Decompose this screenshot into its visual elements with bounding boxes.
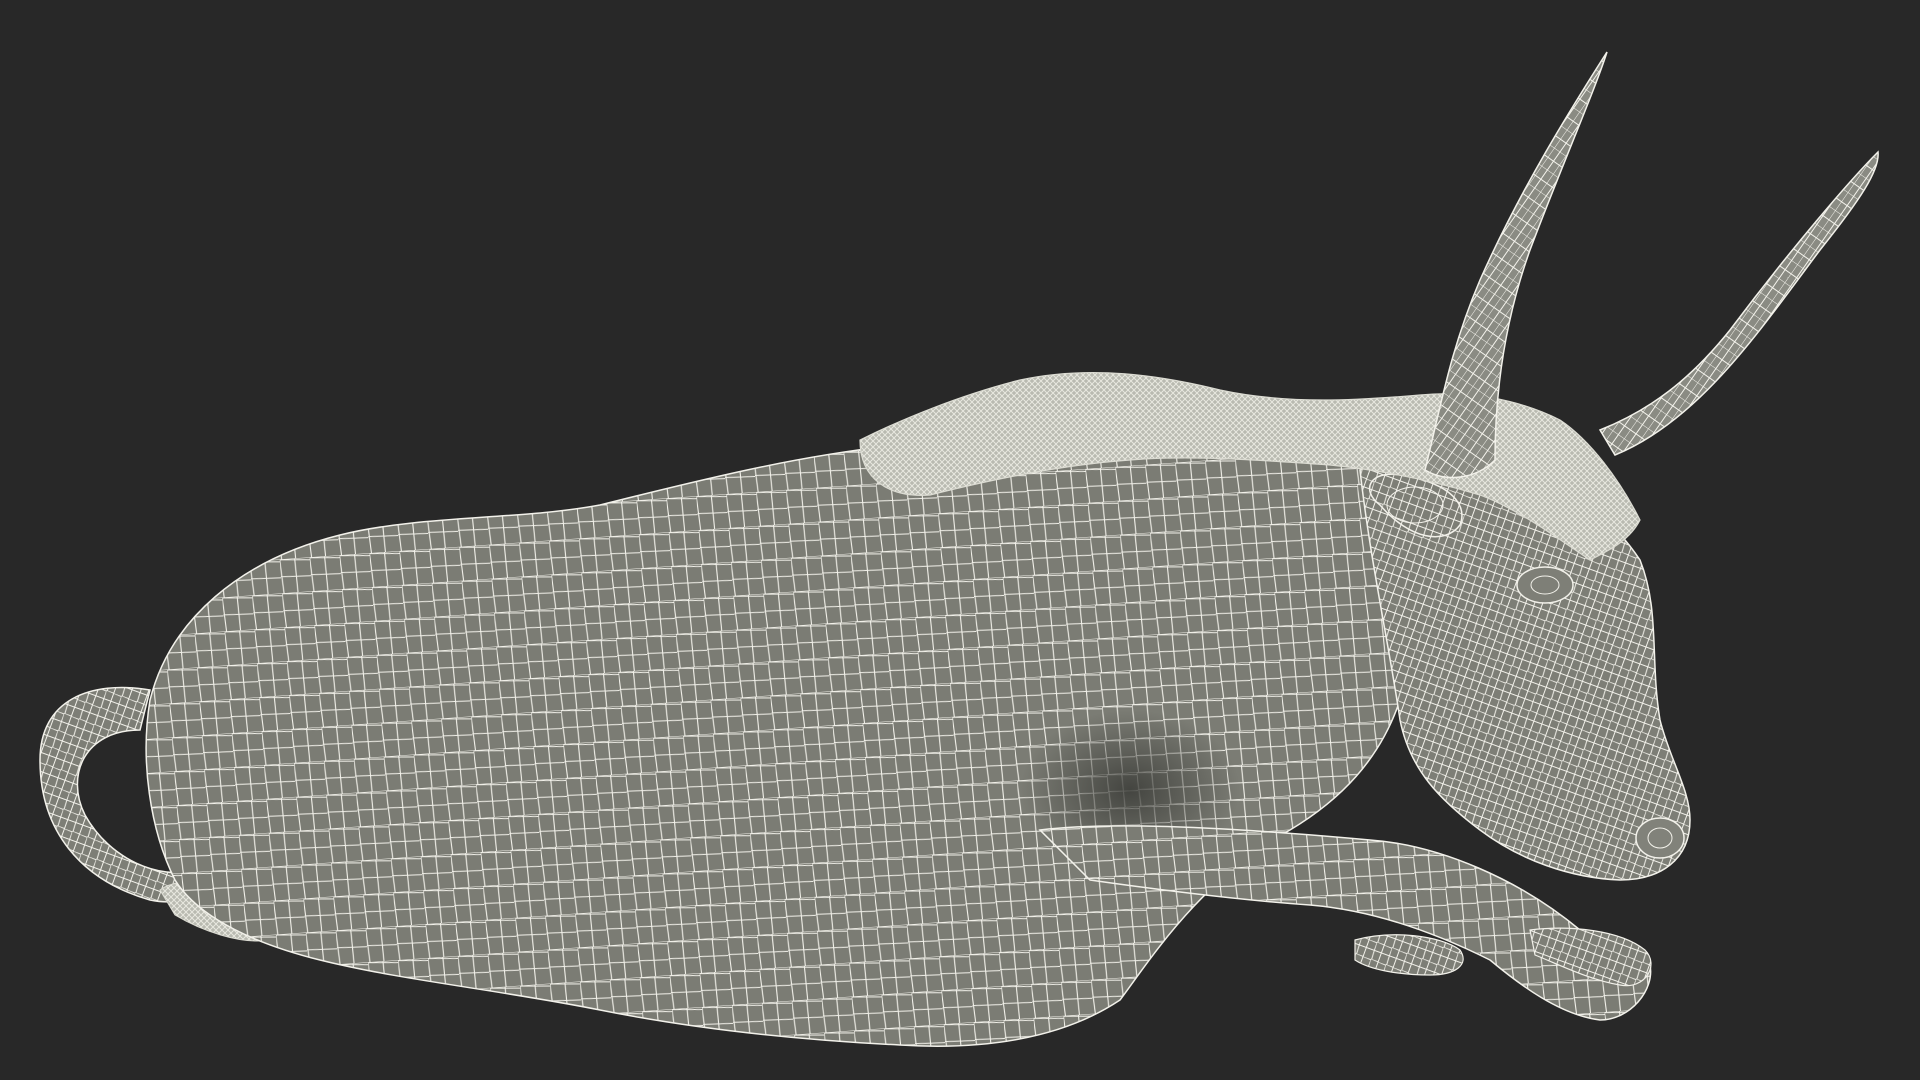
muzzle <box>1635 817 1685 859</box>
body <box>145 433 1421 1047</box>
eye <box>1516 566 1574 604</box>
bull-model-render <box>39 51 1879 1047</box>
right-horn <box>1598 150 1879 456</box>
render-viewport <box>0 0 1920 1080</box>
